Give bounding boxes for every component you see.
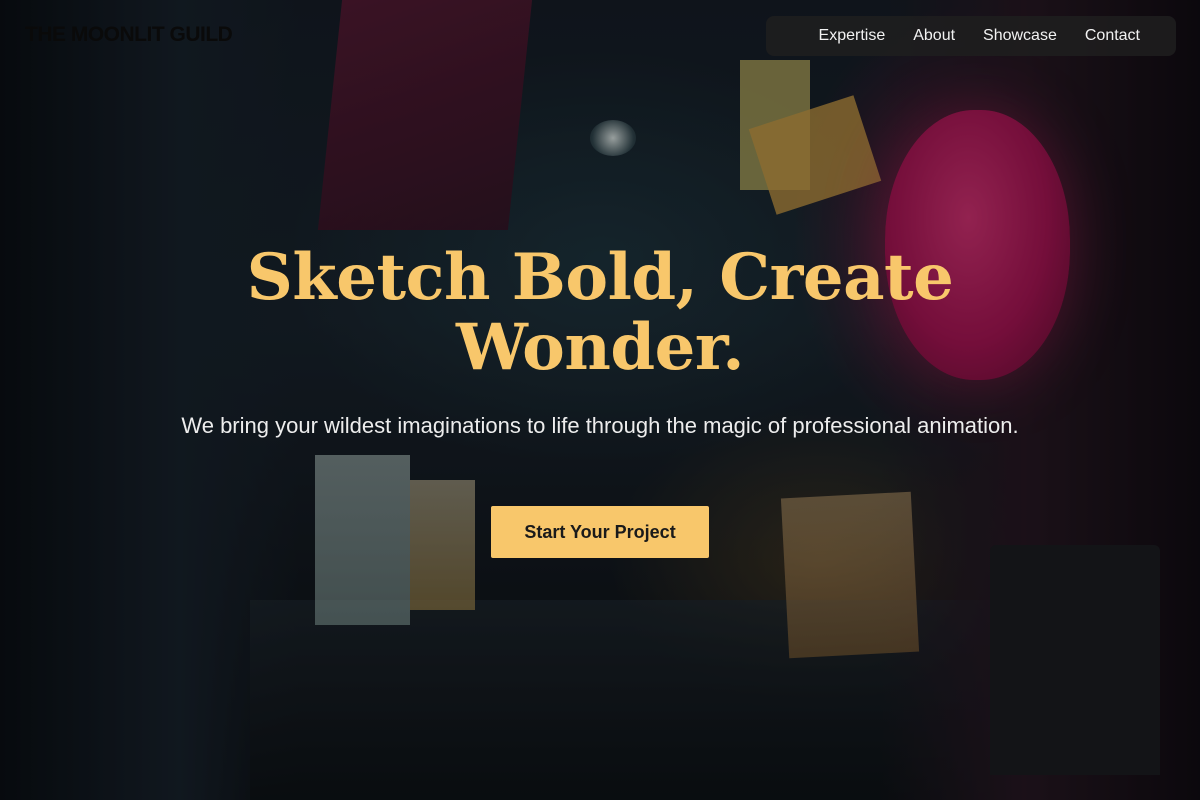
hero-dark-overlay xyxy=(0,0,1200,800)
main-nav: Expertise About Showcase Contact xyxy=(766,16,1176,56)
hero-background-image xyxy=(0,0,1200,800)
nav-item-showcase[interactable]: Showcase xyxy=(983,27,1057,45)
nav-item-expertise[interactable]: Expertise xyxy=(819,27,886,45)
nav-item-about[interactable]: About xyxy=(913,27,955,45)
site-logo[interactable]: THE MOONLIT GUILD xyxy=(25,23,233,47)
hero-subtitle: We bring your wildest imaginations to li… xyxy=(181,413,1019,438)
start-project-button[interactable]: Start Your Project xyxy=(491,506,709,558)
hero-headline: Sketch Bold, Create Wonder. xyxy=(246,240,954,385)
nav-item-contact[interactable]: Contact xyxy=(1085,27,1140,45)
